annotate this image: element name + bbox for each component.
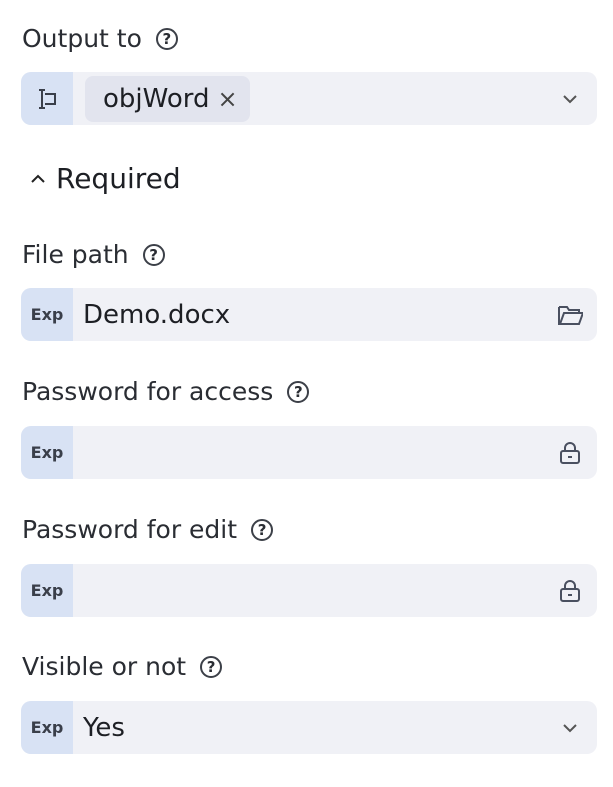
help-icon[interactable]: ? [251,518,274,541]
chevron-up-icon [31,174,45,183]
lock-icon [557,440,583,466]
visible-select[interactable]: Exp Yes [21,701,597,754]
section-title: Required [56,162,181,195]
label-text: Password for edit [22,515,238,544]
chip-text: objWord [103,83,210,114]
label-text: File path [22,240,129,269]
help-icon[interactable]: ? [287,380,310,403]
password-edit-label: Password for edit? [22,515,274,544]
password-access-input[interactable]: Exp [21,426,597,479]
expression-badge[interactable]: Exp [21,701,73,754]
output-to-select[interactable]: objWord × [21,72,597,125]
label-text: Output to [22,24,142,53]
output-to-label: Output to? [22,24,178,53]
password-access-label: Password for access? [22,377,310,406]
chevron-down-icon[interactable] [557,86,583,112]
variable-chip: objWord × [85,75,250,122]
remove-icon[interactable]: × [217,85,237,113]
password-edit-input[interactable]: Exp [21,564,597,617]
file-path-label: File path? [22,240,165,269]
label-text: Visible or not [22,652,187,681]
file-path-input[interactable]: Exp Demo.docx [21,288,597,341]
variable-icon [21,72,73,125]
lock-icon [557,578,583,604]
chevron-down-icon[interactable] [557,715,583,741]
help-icon[interactable]: ? [200,655,223,678]
expression-badge[interactable]: Exp [21,426,73,479]
field-value: Demo.docx [83,299,231,330]
expression-badge[interactable]: Exp [21,288,73,341]
help-icon[interactable]: ? [155,27,178,50]
required-section-toggle[interactable]: Required [30,162,181,195]
expression-badge[interactable]: Exp [21,564,73,617]
label-text: Password for access [22,377,274,406]
field-value: Yes [83,712,125,743]
folder-icon[interactable] [557,302,583,328]
help-icon[interactable]: ? [142,243,165,266]
visible-label: Visible or not? [22,652,223,681]
